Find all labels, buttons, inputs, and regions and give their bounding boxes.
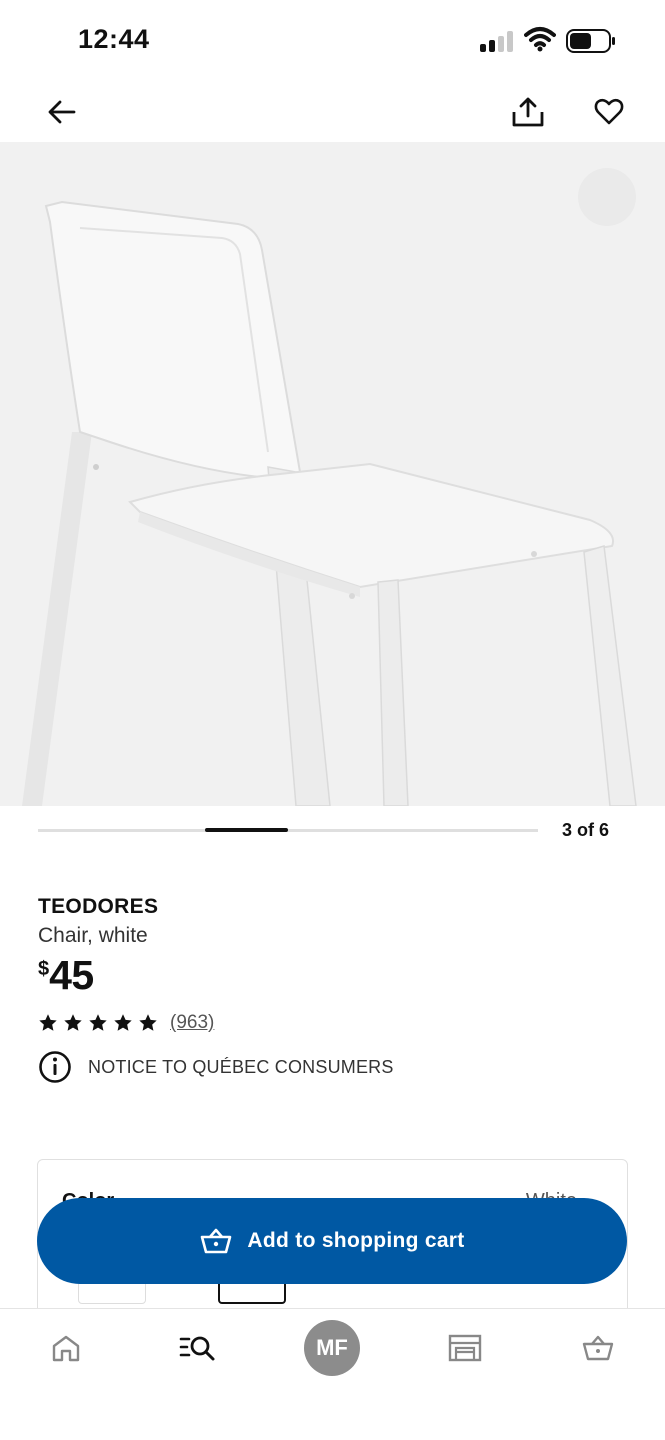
image-zoom-button[interactable]	[578, 168, 636, 226]
price-amount: 45	[49, 952, 94, 998]
store-icon	[448, 1334, 482, 1362]
star-icon	[39, 1014, 57, 1031]
rating-stars	[38, 1013, 158, 1033]
star-icon	[64, 1014, 82, 1031]
arrow-left-icon	[48, 100, 76, 124]
product-rating[interactable]: (963)	[38, 1010, 214, 1036]
top-nav-bar	[0, 80, 665, 142]
add-to-cart-label: Add to shopping cart	[247, 1229, 465, 1252]
tab-cart[interactable]	[558, 1309, 638, 1387]
notice-text: NOTICE TO QUÉBEC CONSUMERS	[88, 1056, 394, 1077]
image-counter: 3 of 6	[562, 820, 610, 840]
product-price: $45	[38, 952, 94, 999]
bottom-tab-bar: MF	[0, 1308, 665, 1440]
tab-profile[interactable]: MF	[292, 1309, 372, 1387]
cellular-signal-icon	[480, 30, 514, 52]
search-icon	[179, 1336, 215, 1361]
wifi-icon	[524, 27, 556, 52]
battery-icon	[566, 29, 615, 53]
add-to-cart-button[interactable]: Add to shopping cart	[37, 1198, 627, 1284]
share-button[interactable]	[504, 88, 552, 136]
shopping-basket-icon	[201, 1228, 232, 1254]
back-button[interactable]	[38, 88, 86, 136]
review-count-link[interactable]: (963)	[170, 1012, 214, 1034]
star-icon	[89, 1014, 107, 1031]
product-image[interactable]	[0, 142, 665, 806]
star-icon	[139, 1014, 157, 1031]
tab-search[interactable]	[158, 1309, 238, 1387]
carousel-position-indicator	[205, 828, 288, 832]
share-icon	[512, 97, 544, 127]
quebec-notice-link[interactable]: NOTICE TO QUÉBEC CONSUMERS	[38, 1050, 394, 1084]
profile-avatar: MF	[304, 1320, 360, 1376]
heart-icon	[594, 98, 624, 125]
star-icon	[114, 1014, 132, 1031]
status-time: 12:44	[78, 24, 150, 54]
product-description: Chair, white	[38, 924, 148, 947]
status-bar: 12:44	[0, 0, 665, 80]
price-currency: $	[38, 958, 50, 980]
image-carousel-progress	[38, 828, 538, 832]
tab-home[interactable]	[26, 1309, 106, 1387]
cart-icon	[582, 1335, 614, 1361]
tab-stores[interactable]	[425, 1309, 505, 1387]
favorite-button[interactable]	[585, 88, 633, 136]
info-icon	[39, 1051, 71, 1083]
product-name: TEODORES	[38, 895, 159, 918]
chair-illustration	[22, 200, 637, 806]
home-icon	[52, 1335, 80, 1362]
